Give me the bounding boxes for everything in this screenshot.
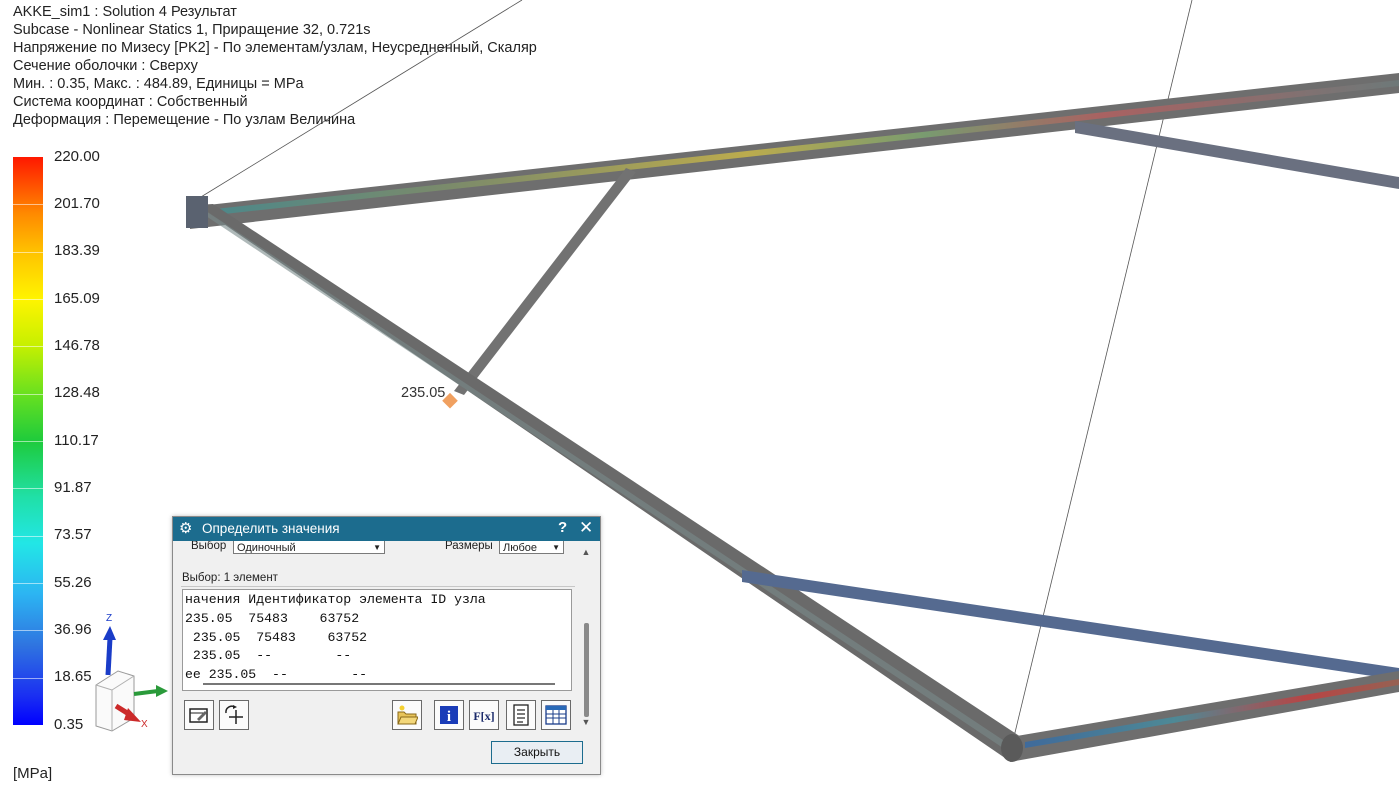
size-dropdown[interactable]: Любое ▼ — [499, 541, 564, 554]
crosshair-icon — [225, 705, 243, 724]
document-icon — [513, 704, 529, 726]
z-axis-label: Z — [106, 613, 113, 624]
legend-tick: 201.70 — [54, 195, 100, 212]
point-pick-button[interactable] — [219, 700, 249, 730]
legend-divider — [13, 488, 43, 489]
legend-tick: 220.00 — [54, 148, 100, 165]
dialog-title-bar[interactable]: ⚙ Определить значения ? ✕ — [173, 517, 600, 541]
chevron-down-icon: ▼ — [373, 543, 381, 552]
scroll-down-icon[interactable]: ▼ — [579, 717, 593, 727]
vertical-scrollbar[interactable]: ▲ ▼ — [579, 541, 593, 727]
function-button[interactable]: F[x] — [469, 700, 499, 730]
svg-text:F[x]: F[x] — [473, 709, 494, 723]
legend-divider — [13, 252, 43, 253]
strut-beam — [454, 168, 636, 395]
right-diagonal-beam — [1075, 121, 1399, 189]
legend-tick: 128.48 — [54, 384, 100, 401]
legend-divider — [13, 394, 43, 395]
header-line: Сечение оболочки : Сверху — [13, 58, 198, 74]
help-button[interactable]: ? — [558, 519, 567, 536]
header-line: AKKE_sim1 : Solution 4 Результат — [13, 4, 237, 20]
end-cap — [1001, 734, 1023, 762]
select-entity-button[interactable] — [184, 700, 214, 730]
legend-tick: 183.39 — [54, 242, 100, 259]
coordinate-triad — [95, 626, 168, 732]
header-line: Система координат : Собственный — [13, 94, 248, 110]
legend-divider — [13, 583, 43, 584]
x-axis-label: X — [141, 719, 148, 730]
info-icon: i — [440, 706, 458, 725]
scroll-up-icon[interactable]: ▲ — [579, 547, 593, 557]
legend-divider — [13, 299, 43, 300]
selection-dropdown-value: Одиночный — [237, 542, 296, 554]
legend-tick: 165.09 — [54, 290, 100, 307]
legend-tick: 55.26 — [54, 574, 92, 591]
list-item[interactable]: 235.05 75483 63752 — [183, 628, 571, 647]
size-label: Размеры — [445, 541, 493, 552]
bottom-chord-stress — [1025, 679, 1399, 748]
identify-values-dialog: ⚙ Определить значения ? ✕ Выбор Одиночны… — [172, 516, 601, 775]
report-button[interactable] — [506, 700, 536, 730]
z-axis-arrow — [105, 637, 113, 676]
header-line: Напряжение по Мизесу [PK2] - По элемента… — [13, 40, 537, 56]
select-entity-icon — [189, 708, 208, 723]
y-axis-arrow — [133, 689, 159, 696]
close-button[interactable]: Закрыть — [491, 741, 583, 764]
legend-divider — [13, 630, 43, 631]
list-item[interactable]: 235.05 -- -- — [183, 646, 571, 665]
close-icon[interactable]: ✕ — [579, 518, 593, 538]
horizontal-scrollbar[interactable] — [203, 683, 555, 685]
svg-text:i: i — [447, 709, 451, 725]
selection-row: Выбор Одиночный ▼ Размеры Любое ▼ — [173, 541, 579, 557]
table-icon — [545, 705, 567, 725]
result-header: AKKE_sim1 : Solution 4 Результат Subcase… — [13, 3, 537, 129]
legend-divider — [13, 441, 43, 442]
legend-divider — [13, 678, 43, 679]
selection-label: Выбор — [191, 541, 227, 552]
dialog-body: Выбор Одиночный ▼ Размеры Любое ▼ Выбор:… — [173, 541, 600, 774]
legend-tick: 0.35 — [54, 716, 84, 733]
legend-tick: 36.96 — [54, 621, 92, 638]
size-dropdown-value: Любое — [503, 542, 538, 554]
header-line: Subcase - Nonlinear Statics 1, Приращени… — [13, 22, 371, 38]
info-button[interactable]: i — [434, 700, 464, 730]
list-header: начения Идентификатор элемента ID узла — [185, 592, 486, 607]
legend-tick: 73.57 — [54, 526, 92, 543]
list-item[interactable]: ee 235.05 -- -- — [183, 665, 571, 684]
open-file-button[interactable] — [392, 700, 422, 730]
legend-tick: 110.17 — [54, 432, 99, 449]
folder-open-icon — [397, 705, 418, 725]
chevron-down-icon: ▼ — [552, 543, 560, 552]
legend-tick: 91.87 — [54, 479, 92, 496]
legend-divider — [13, 346, 43, 347]
scroll-thumb[interactable] — [584, 623, 589, 717]
selection-dropdown[interactable]: Одиночный ▼ — [233, 541, 385, 554]
header-line: Мин. : 0.35, Макс. : 484.89, Единицы = M… — [13, 76, 304, 92]
dialog-title: Определить значения — [202, 521, 340, 536]
function-icon: F[x] — [473, 709, 494, 723]
gear-icon: ⚙ — [179, 520, 193, 537]
list-item[interactable]: 235.05 75483 63752 — [183, 609, 571, 628]
section-divider — [181, 586, 575, 587]
legend-tick: 18.65 — [54, 668, 92, 685]
legend-divider — [13, 204, 43, 205]
selected-info: Выбор: 1 элемент — [182, 572, 278, 584]
legend-unit: [MPa] — [13, 765, 53, 782]
header-line: Деформация : Перемещение - По узлам Вели… — [13, 112, 356, 128]
legend-divider — [13, 536, 43, 537]
values-listbox[interactable]: начения Идентификатор элемента ID узла 2… — [182, 589, 572, 691]
legend-tick: 146.78 — [54, 337, 100, 354]
end-cap — [186, 196, 208, 228]
probe-value-label: 235.05 — [401, 385, 446, 401]
export-table-button[interactable] — [541, 700, 571, 730]
